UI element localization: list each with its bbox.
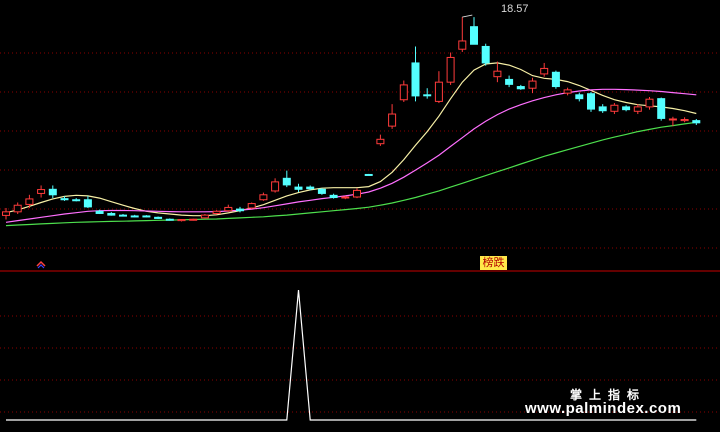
- candle-body: [200, 214, 209, 219]
- candle-body: [119, 214, 127, 217]
- candle-body: [236, 208, 244, 212]
- candle-body: [107, 212, 116, 216]
- candle-body: [341, 196, 350, 199]
- candle-body: [259, 194, 268, 201]
- candle-body: [540, 67, 549, 75]
- candle-body: [376, 138, 385, 145]
- candle-body: [563, 89, 572, 94]
- candle-body: [83, 199, 92, 208]
- candle-body: [13, 204, 22, 213]
- candle-body: [2, 211, 10, 216]
- candle-body: [399, 84, 408, 101]
- candle-body: [212, 210, 221, 214]
- candle-body: [25, 198, 34, 205]
- candle-body: [528, 80, 537, 89]
- high-marker-leader: [462, 14, 473, 18]
- candle-body: [516, 86, 525, 90]
- candle-body: [434, 81, 443, 102]
- candle-body: [657, 98, 666, 119]
- candle-body: [353, 189, 361, 198]
- candle-body: [493, 70, 502, 78]
- up-arrow-icon: [36, 260, 46, 269]
- candle-body: [633, 106, 642, 112]
- candle-body: [306, 186, 315, 190]
- candle-body: [154, 216, 163, 219]
- candle-body: [587, 93, 595, 110]
- candle-body: [247, 203, 256, 209]
- candle-body: [130, 215, 139, 218]
- candle-body: [364, 173, 373, 176]
- candle-body: [575, 94, 584, 100]
- candle-body: [294, 186, 303, 190]
- candle-body: [692, 120, 701, 124]
- candle-body: [668, 118, 677, 121]
- candle-body: [189, 218, 198, 221]
- candle-body: [142, 215, 151, 218]
- candle-body: [446, 56, 455, 83]
- candle-body: [481, 45, 490, 64]
- candle-body: [458, 40, 467, 50]
- candle-body: [680, 119, 689, 122]
- candle-body: [95, 210, 104, 214]
- candle-body: [177, 219, 186, 222]
- watermark-url: www.palmindex.com: [525, 400, 682, 417]
- candle-body: [317, 188, 326, 194]
- candle-body: [224, 206, 233, 212]
- candle-body: [388, 113, 397, 127]
- candle-body: [622, 106, 631, 111]
- candle-body: [423, 94, 432, 97]
- candle-body: [598, 106, 607, 112]
- candle-body: [551, 71, 560, 88]
- candle-body: [610, 104, 619, 112]
- candle-body: [165, 218, 174, 221]
- candle-body: [505, 78, 514, 85]
- moving-average-line: [5, 62, 697, 217]
- candle-body: [282, 177, 291, 186]
- candle-body: [72, 199, 81, 202]
- candle-body: [411, 62, 420, 97]
- high-price-label: 18.57: [501, 3, 529, 15]
- candle-body: [271, 181, 280, 192]
- signal-tag: 榜跌: [480, 256, 507, 270]
- candle-body: [329, 194, 338, 199]
- candle-body: [48, 188, 57, 196]
- candlestick-chart: [0, 14, 720, 421]
- candle-body: [60, 198, 69, 201]
- candle-body: [37, 189, 46, 194]
- candle-body: [470, 26, 478, 45]
- candle-body: [645, 98, 654, 108]
- chart-stage: 18.57 榜跌 掌上指标 www.palmindex.com: [0, 0, 720, 432]
